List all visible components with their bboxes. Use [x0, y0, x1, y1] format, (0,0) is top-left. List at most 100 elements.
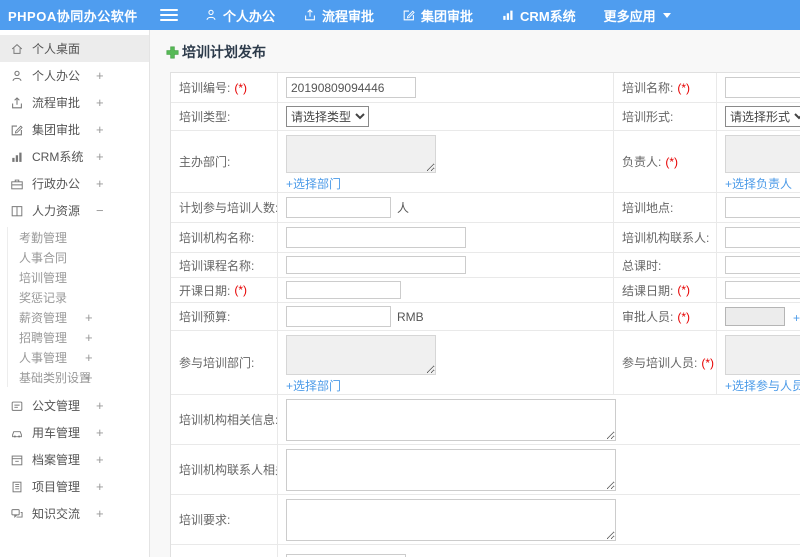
- user-icon: [10, 69, 24, 83]
- upload-icon: [303, 8, 317, 22]
- training-mode-select[interactable]: 请选择形式: [725, 106, 800, 127]
- headcount-input[interactable]: [286, 197, 391, 218]
- sidebar-item-hr[interactable]: 人力资源 −: [0, 197, 149, 224]
- label-course-name: 培训课程名称:: [171, 253, 278, 278]
- main-content: 培训计划发布 培训编号: (*) 培训名称: (*) 培训类型: 请选择类型: [150, 30, 800, 557]
- label-join-dept: 参与培训部门:: [171, 331, 278, 395]
- hours-input[interactable]: [725, 256, 800, 274]
- sidebar-sub-recruit[interactable]: 招聘管理 +: [8, 327, 149, 347]
- select-join-dept-link[interactable]: +选择部门: [286, 377, 341, 394]
- toggle-mark: +: [96, 425, 104, 440]
- sidebar-item-project[interactable]: 项目管理 +: [0, 473, 149, 500]
- place-input[interactable]: [725, 197, 800, 218]
- required-mark: (*): [665, 154, 679, 169]
- nav-label: CRM系统: [520, 8, 576, 24]
- sidebar-sub-training[interactable]: 培训管理: [8, 267, 149, 287]
- car-icon: [10, 426, 24, 440]
- nav-process-approval[interactable]: 流程审批: [303, 6, 374, 25]
- select-leader-link[interactable]: +选择负责人: [725, 175, 792, 192]
- join-dept-textarea[interactable]: [286, 335, 436, 375]
- label-place: 培训地点:: [614, 193, 717, 223]
- add-icon: [166, 46, 179, 59]
- toggle-mark: +: [96, 479, 104, 494]
- toggle-mark: +: [96, 122, 104, 137]
- sidebar-item-crm[interactable]: CRM系统 +: [0, 143, 149, 170]
- nav-personal-office[interactable]: 个人办公: [204, 6, 275, 25]
- training-name-input[interactable]: [725, 77, 800, 98]
- required-mark: (*): [234, 80, 248, 95]
- sidebar-item-archive[interactable]: 档案管理 +: [0, 446, 149, 473]
- required-mark: (*): [701, 355, 715, 370]
- nav-group-approval[interactable]: 集团审批: [402, 6, 473, 25]
- select-dept-link[interactable]: +选择部门: [286, 175, 341, 192]
- label-training-type: 培训类型:: [171, 103, 278, 131]
- nav-crm-system[interactable]: CRM系统: [501, 6, 576, 25]
- top-header: PHPOA协同办公软件 个人办公 流程审批 集团审批 CRM系统 更多应用: [0, 0, 800, 30]
- label-org-name: 培训机构名称:: [171, 223, 278, 253]
- toggle-mark: +: [96, 95, 104, 110]
- org-name-input[interactable]: [286, 227, 466, 248]
- label-approver: 审批人员: (*): [614, 303, 717, 331]
- select-approver-link[interactable]: +选择审批人员: [793, 309, 800, 326]
- org-info-textarea[interactable]: [286, 398, 616, 441]
- join-people-textarea[interactable]: [725, 335, 800, 375]
- sidebar-sub-personnel[interactable]: 人事管理 +: [8, 347, 149, 367]
- sidebar-item-group-approval[interactable]: 集团审批 +: [0, 116, 149, 143]
- label-training-name: 培训名称: (*): [614, 73, 717, 103]
- training-code-input[interactable]: [286, 77, 416, 98]
- label-start-date: 开课日期: (*): [171, 278, 278, 303]
- menu-toggle-icon[interactable]: [160, 9, 178, 21]
- start-date-input[interactable]: [286, 281, 401, 299]
- label-leader: 负责人: (*): [614, 131, 717, 193]
- sidebar-sub-base-category[interactable]: 基础类别设置 +: [8, 367, 149, 387]
- end-date-input[interactable]: [725, 281, 800, 299]
- top-nav: 个人办公 流程审批 集团审批 CRM系统 更多应用: [204, 6, 699, 25]
- label-requirement: 培训要求:: [171, 495, 278, 545]
- unit-label: RMB: [397, 309, 424, 324]
- document-icon: [10, 399, 24, 413]
- nav-more-apps[interactable]: 更多应用: [604, 6, 671, 25]
- label-attachment: 附件文档:: [171, 545, 278, 557]
- toggle-mark: +: [96, 176, 104, 191]
- sidebar-item-knowledge[interactable]: 知识交流 +: [0, 500, 149, 527]
- home-icon: [10, 42, 24, 56]
- toggle-mark: +: [96, 398, 104, 413]
- sidebar-sub-hr-contract[interactable]: 人事合同: [8, 247, 149, 267]
- label-end-date: 结课日期: (*): [614, 278, 717, 303]
- course-name-input[interactable]: [286, 256, 466, 274]
- chat-icon: [10, 507, 24, 521]
- user-icon: [204, 8, 218, 22]
- training-type-select[interactable]: 请选择类型: [286, 106, 369, 127]
- sidebar-sub-salary[interactable]: 薪资管理 +: [8, 307, 149, 327]
- page-title: 培训计划发布: [166, 42, 800, 62]
- sidebar-item-desktop[interactable]: 个人桌面: [0, 35, 149, 62]
- budget-input[interactable]: [286, 306, 391, 327]
- label-org-contact-info: 培训机构联系人相关信息:: [171, 445, 278, 495]
- toggle-mark: +: [96, 68, 104, 83]
- org-contact-input[interactable]: [725, 227, 800, 248]
- host-dept-textarea[interactable]: [286, 135, 436, 173]
- org-contact-info-textarea[interactable]: [286, 448, 616, 491]
- sidebar-item-personal-office[interactable]: 个人办公 +: [0, 62, 149, 89]
- label-join-people: 参与培训人员: (*): [614, 331, 717, 395]
- approver-input[interactable]: [725, 307, 785, 326]
- chart-icon: [10, 150, 24, 164]
- sidebar-item-vehicle[interactable]: 用车管理 +: [0, 419, 149, 446]
- edit-icon: [402, 8, 416, 22]
- briefcase-icon: [10, 177, 24, 191]
- label-org-contact: 培训机构联系人:: [614, 223, 717, 253]
- sidebar-item-admin-office[interactable]: 行政办公 +: [0, 170, 149, 197]
- select-join-people-link[interactable]: +选择参与人员: [725, 377, 800, 394]
- required-mark: (*): [677, 309, 691, 324]
- sidebar-sub-attendance[interactable]: 考勤管理: [8, 227, 149, 247]
- label-host-dept: 主办部门:: [171, 131, 278, 193]
- nav-label: 集团审批: [421, 8, 474, 24]
- label-org-info: 培训机构相关信息:: [171, 395, 278, 445]
- sidebar-item-documents[interactable]: 公文管理 +: [0, 392, 149, 419]
- sidebar-item-process-approval[interactable]: 流程审批 +: [0, 89, 149, 116]
- requirement-textarea[interactable]: [286, 498, 616, 541]
- toggle-mark: +: [96, 506, 104, 521]
- leader-textarea[interactable]: [725, 135, 800, 173]
- sidebar-sub-reward[interactable]: 奖惩记录: [8, 287, 149, 307]
- hr-submenu: 考勤管理 人事合同 培训管理 奖惩记录 薪资管理 + 招聘管理 + 人事管理 +…: [7, 227, 149, 387]
